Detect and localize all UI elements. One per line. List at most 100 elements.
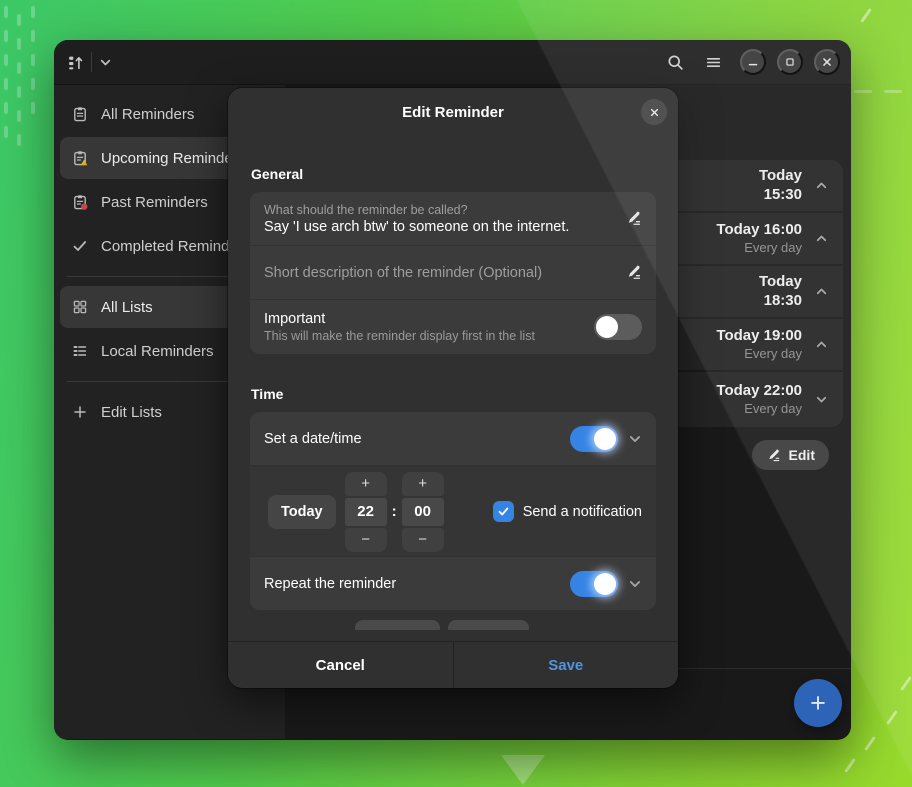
reminder-time: Today 19:00Every day — [716, 327, 802, 363]
sort-split-button[interactable] — [65, 48, 114, 76]
decor-dash — [4, 6, 8, 18]
sidebar-item-label: Local Reminders — [101, 343, 214, 360]
chevron-up-icon[interactable] — [812, 231, 830, 246]
hour-value[interactable]: 22 — [345, 498, 387, 526]
chevron-down-icon[interactable] — [812, 392, 830, 407]
decor-dash — [864, 736, 876, 751]
reminder-name-label: What should the reminder be called? — [264, 203, 613, 217]
reminder-description-placeholder: Short description of the reminder (Optio… — [264, 265, 613, 281]
minimize-button[interactable] — [740, 49, 766, 75]
reminder-name-content: What should the reminder be called? Say … — [264, 203, 613, 235]
time-group: Set a date/time Today + 22 − — [250, 412, 656, 610]
list-icon — [72, 343, 88, 359]
minute-decrement-button[interactable]: − — [402, 528, 444, 552]
clipped-button[interactable] — [448, 620, 529, 630]
important-content: Important This will make the reminder di… — [264, 311, 582, 343]
repeat-toggle[interactable] — [570, 571, 618, 597]
pencil-icon — [766, 448, 781, 463]
decor-dash — [860, 8, 872, 23]
reminders-window: All Reminders Upcoming Reminders Past Re… — [54, 40, 851, 740]
sort-icon[interactable] — [67, 54, 84, 71]
chevron-up-icon[interactable] — [812, 337, 830, 352]
close-window-button[interactable] — [814, 49, 840, 75]
notification-option[interactable]: Send a notification — [493, 501, 642, 522]
decor-dash — [4, 102, 8, 114]
decor-dash — [17, 38, 21, 50]
minute-increment-button[interactable]: + — [402, 472, 444, 496]
menu-button[interactable] — [697, 47, 729, 77]
clipboard-warning-icon — [72, 150, 88, 166]
set-datetime-content: Set a date/time — [264, 431, 558, 447]
time-section-label: Time — [251, 386, 656, 402]
check-icon — [72, 238, 88, 254]
hour-increment-button[interactable]: + — [345, 472, 387, 496]
minimize-icon — [746, 55, 760, 69]
chevron-down-icon[interactable] — [99, 56, 112, 69]
edit-reminder-dialog: Edit Reminder General What should the re… — [228, 88, 678, 688]
decor-triangle — [501, 755, 545, 785]
decor-dash — [31, 102, 35, 114]
save-button[interactable]: Save — [454, 642, 679, 688]
menu-icon — [705, 54, 722, 71]
reminder-time: Today 18:30 — [744, 273, 802, 311]
maximize-button[interactable] — [777, 49, 803, 75]
dialog-title: Edit Reminder — [402, 104, 504, 121]
set-datetime-row[interactable]: Set a date/time — [250, 412, 656, 466]
reminder-description-field[interactable]: Short description of the reminder (Optio… — [250, 246, 656, 300]
reminder-description-content: Short description of the reminder (Optio… — [264, 265, 613, 281]
decor-dash — [31, 6, 35, 18]
minute-value[interactable]: 00 — [402, 498, 444, 526]
decor-dash — [854, 90, 872, 93]
pencil-icon[interactable] — [625, 210, 642, 227]
important-toggle[interactable] — [594, 314, 642, 340]
plus-icon: + — [810, 688, 826, 719]
decor-dash — [17, 14, 21, 26]
important-label: Important — [264, 311, 582, 327]
decor-dash — [17, 86, 21, 98]
important-description: This will make the reminder display firs… — [264, 329, 582, 343]
general-section-label: General — [251, 166, 656, 182]
clipboard-error-icon — [72, 194, 88, 210]
reminder-name-value: Say 'I use arch btw' to someone on the i… — [264, 219, 613, 235]
chevron-down-icon[interactable] — [628, 577, 642, 591]
hour-spinner: + 22 − — [345, 472, 387, 552]
dialog-close-button[interactable] — [641, 99, 667, 125]
reminder-name-field[interactable]: What should the reminder be called? Say … — [250, 192, 656, 246]
chevron-down-icon[interactable] — [628, 432, 642, 446]
chevron-up-icon[interactable] — [812, 178, 830, 193]
decor-dash — [4, 54, 8, 66]
decor-dash — [31, 30, 35, 42]
decor-dash — [844, 758, 856, 773]
reminder-time: Today 15:30 — [744, 167, 802, 205]
cancel-button[interactable]: Cancel — [228, 642, 454, 688]
dialog-footer: Cancel Save — [228, 641, 678, 688]
reminder-time: Today 22:00Every day — [716, 382, 802, 418]
repeat-content: Repeat the reminder — [264, 576, 558, 592]
chevron-up-icon[interactable] — [812, 284, 830, 299]
decor-dash — [17, 110, 21, 122]
desktop-background: All Reminders Upcoming Reminders Past Re… — [0, 0, 912, 787]
set-datetime-toggle[interactable] — [570, 426, 618, 452]
sidebar-item-label: Past Reminders — [101, 194, 208, 211]
clipped-button[interactable] — [355, 620, 440, 630]
edit-button-label: Edit — [789, 447, 815, 463]
close-icon — [648, 106, 661, 119]
dialog-content: General What should the reminder be call… — [228, 136, 678, 641]
decor-dash — [31, 54, 35, 66]
search-button[interactable] — [659, 47, 691, 77]
edit-reminder-button[interactable]: Edit — [752, 440, 829, 470]
notification-checkbox[interactable] — [493, 501, 514, 522]
pencil-icon[interactable] — [625, 264, 642, 281]
datetime-expanded-area: Today + 22 − : + 00 − — [250, 466, 656, 556]
repeat-label: Repeat the reminder — [264, 576, 558, 592]
add-reminder-fab[interactable]: + — [794, 679, 842, 727]
reminder-time: Today 16:00Every day — [716, 221, 802, 257]
dialog-header: Edit Reminder — [228, 88, 678, 136]
toggle-knob — [594, 573, 616, 595]
decor-dash — [886, 710, 898, 725]
repeat-reminder-row[interactable]: Repeat the reminder — [250, 556, 656, 610]
hour-decrement-button[interactable]: − — [345, 528, 387, 552]
decor-dash — [17, 134, 21, 146]
date-picker-button[interactable]: Today — [268, 495, 336, 529]
divider — [91, 52, 92, 72]
